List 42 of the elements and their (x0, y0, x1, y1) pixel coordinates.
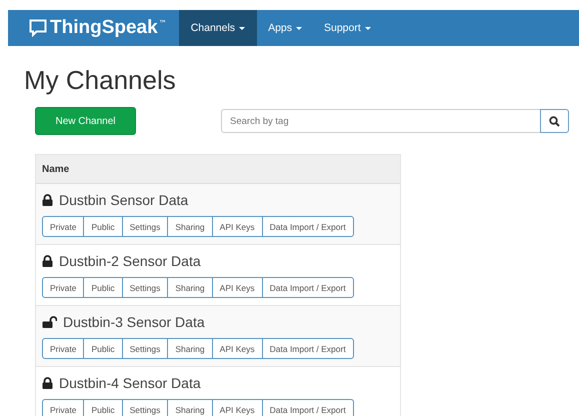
nav-menu-item[interactable]: Apps (257, 10, 313, 46)
nav-menu-item[interactable]: Channels (178, 10, 258, 46)
caret-icon (239, 26, 246, 30)
search-icon (549, 116, 560, 126)
channel-action-button[interactable]: API Keys (212, 277, 263, 298)
channel-action-button[interactable]: Private (42, 399, 84, 416)
channel-action-button[interactable]: Private (42, 338, 84, 359)
channel-action-button[interactable]: Data Import / Export (262, 338, 354, 359)
channel-action-button[interactable]: API Keys (212, 216, 263, 237)
channel-name-link[interactable]: Dustbin-4 Sensor Data (59, 375, 201, 391)
channel-action-button[interactable]: Public (83, 399, 123, 416)
page-title: My Channels (24, 64, 177, 96)
speech-bubble-icon (29, 19, 47, 37)
trademark: ™ (158, 19, 167, 28)
channel-action-button[interactable]: Private (42, 216, 84, 237)
channel-name-link[interactable]: Dustbin Sensor Data (59, 192, 188, 208)
caret-icon (296, 26, 302, 30)
channel-action-button[interactable]: Public (83, 277, 123, 298)
column-header: Name (42, 164, 70, 174)
channel-action-button[interactable]: Data Import / Export (262, 277, 354, 298)
nav-menu-item[interactable]: Support (313, 10, 382, 46)
channel-action-button[interactable]: Settings (122, 277, 168, 298)
channel-name-link[interactable]: Dustbin-3 Sensor Data (63, 314, 205, 330)
channel-action-button[interactable]: API Keys (212, 338, 263, 359)
channel-action-button[interactable]: Data Import / Export (262, 399, 354, 416)
search-field[interactable]: Search by tag (221, 109, 541, 133)
channel-action-button[interactable]: Sharing (167, 216, 213, 237)
channel-action-button[interactable]: Sharing (167, 338, 213, 359)
channel-action-button[interactable]: Settings (122, 338, 168, 359)
channel-action-button[interactable]: Settings (122, 399, 168, 416)
channel-action-button[interactable]: Data Import / Export (262, 216, 354, 237)
caret-icon (364, 26, 371, 30)
channel-action-button[interactable]: Settings (122, 216, 168, 237)
channel-action-button[interactable]: Sharing (167, 277, 213, 298)
brand-logo[interactable]: ThingSpeak (50, 17, 158, 39)
channel-name-link[interactable]: Dustbin-2 Sensor Data (59, 253, 201, 269)
channel-action-button[interactable]: API Keys (212, 399, 263, 416)
channel-action-button[interactable]: Private (42, 277, 84, 298)
channel-action-button[interactable]: Public (83, 338, 123, 359)
channel-action-button[interactable]: Public (83, 216, 123, 237)
channel-action-button[interactable]: Sharing (167, 399, 213, 416)
search-button[interactable] (540, 109, 569, 133)
